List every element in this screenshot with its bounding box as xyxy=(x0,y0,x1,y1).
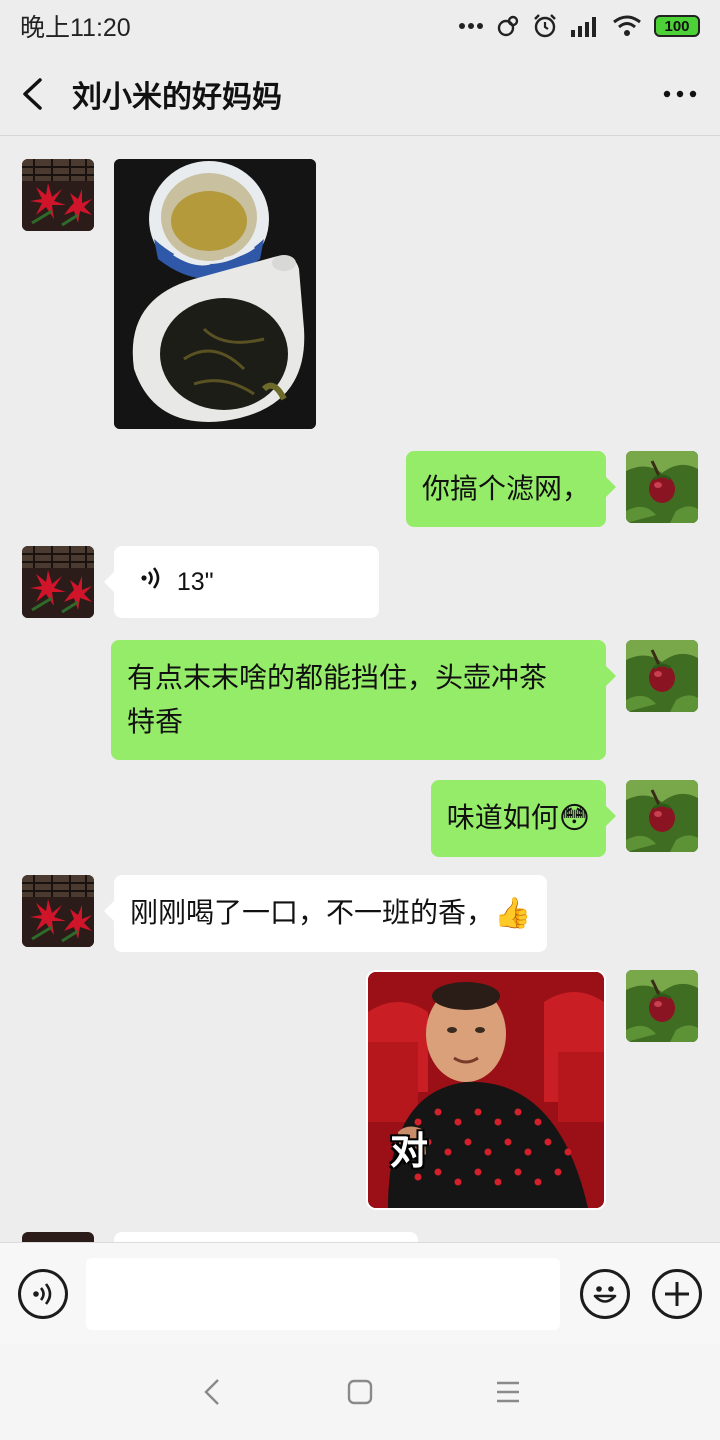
status-icons: 100 xyxy=(458,13,700,39)
avatar-self[interactable] xyxy=(626,640,698,712)
message-text-line1: 有点末末啥的都能挡住，头壶冲茶 xyxy=(127,661,548,694)
partial-next-bubble xyxy=(114,1232,418,1242)
message-text: 你搞个滤网， xyxy=(421,472,590,505)
battery-icon: 100 xyxy=(654,15,700,37)
avatar-mother[interactable] xyxy=(22,875,94,947)
tea-photo-message[interactable] xyxy=(114,159,316,429)
sticker-message[interactable]: 对 xyxy=(366,970,606,1210)
avatar-mother-partial[interactable] xyxy=(22,1232,94,1242)
avatar-mother[interactable] xyxy=(22,159,94,231)
message-list[interactable]: 你搞个滤网， 13" 有点末末啥的都能挡住，头壶冲茶 特香 味道如何😳 刚刚喝了… xyxy=(0,137,720,1242)
status-bar: 晚上11:20 100 xyxy=(0,0,720,52)
plus-button[interactable] xyxy=(652,1268,702,1319)
voice-toggle-button[interactable] xyxy=(18,1268,68,1319)
nav-home-icon xyxy=(347,1379,373,1405)
avatar-self[interactable] xyxy=(626,970,698,1042)
alarm-icon xyxy=(532,13,558,39)
back-button[interactable] xyxy=(20,74,50,114)
message-bubble-taste[interactable]: 味道如何😳 xyxy=(430,780,617,857)
voice-message[interactable]: 13" xyxy=(104,546,379,618)
voice-duration: 13" xyxy=(176,568,214,596)
nav-back-icon xyxy=(204,1379,219,1405)
nav-back-button[interactable] xyxy=(197,1377,227,1407)
nav-menu-button[interactable] xyxy=(493,1377,523,1407)
plus-icon xyxy=(665,1281,689,1306)
voice-wave-icon xyxy=(140,560,162,604)
input-bar xyxy=(0,1242,720,1344)
voice-toggle-icon xyxy=(33,1282,52,1305)
wifi-icon xyxy=(612,14,642,38)
thumbs-up-icon: 👍 xyxy=(494,896,532,931)
sticker-caption: 对 xyxy=(390,1129,429,1173)
link-icon xyxy=(496,14,520,38)
system-navigation-bar xyxy=(0,1344,720,1440)
emoji-button[interactable] xyxy=(580,1268,630,1319)
tea-photo-image xyxy=(114,159,316,429)
more-horizontal-icon xyxy=(663,90,697,97)
avatar-self[interactable] xyxy=(626,780,698,852)
more-dots-icon xyxy=(458,22,484,30)
message-text-line2: 特香 xyxy=(127,705,184,738)
nav-home-button[interactable] xyxy=(345,1377,375,1407)
more-button[interactable] xyxy=(660,74,700,114)
message-bubble-reply[interactable]: 刚刚喝了一口，不一班的香，👍 xyxy=(103,875,548,952)
signal-icon xyxy=(570,15,600,37)
chat-title: 刘小米的好妈妈 xyxy=(72,79,282,115)
message-text: 味道如何 xyxy=(446,801,559,834)
flushed-face-icon: 😳 xyxy=(558,801,590,836)
avatar-mother[interactable] xyxy=(22,546,94,618)
chevron-left-icon xyxy=(23,77,42,110)
message-bubble-tea-tip[interactable]: 有点末末啥的都能挡住，头壶冲茶 特香 xyxy=(111,640,616,760)
status-time: 晚上11:20 xyxy=(20,14,131,42)
chat-header: 刘小米的好妈妈 xyxy=(0,52,720,136)
avatar-self[interactable] xyxy=(626,451,698,523)
message-bubble-filter[interactable]: 你搞个滤网， xyxy=(405,451,617,527)
nav-menu-icon xyxy=(497,1381,519,1403)
message-input[interactable] xyxy=(85,1257,560,1330)
emoji-icon xyxy=(593,1285,617,1303)
message-text: 刚刚喝了一口，不一班的香， xyxy=(130,896,495,929)
